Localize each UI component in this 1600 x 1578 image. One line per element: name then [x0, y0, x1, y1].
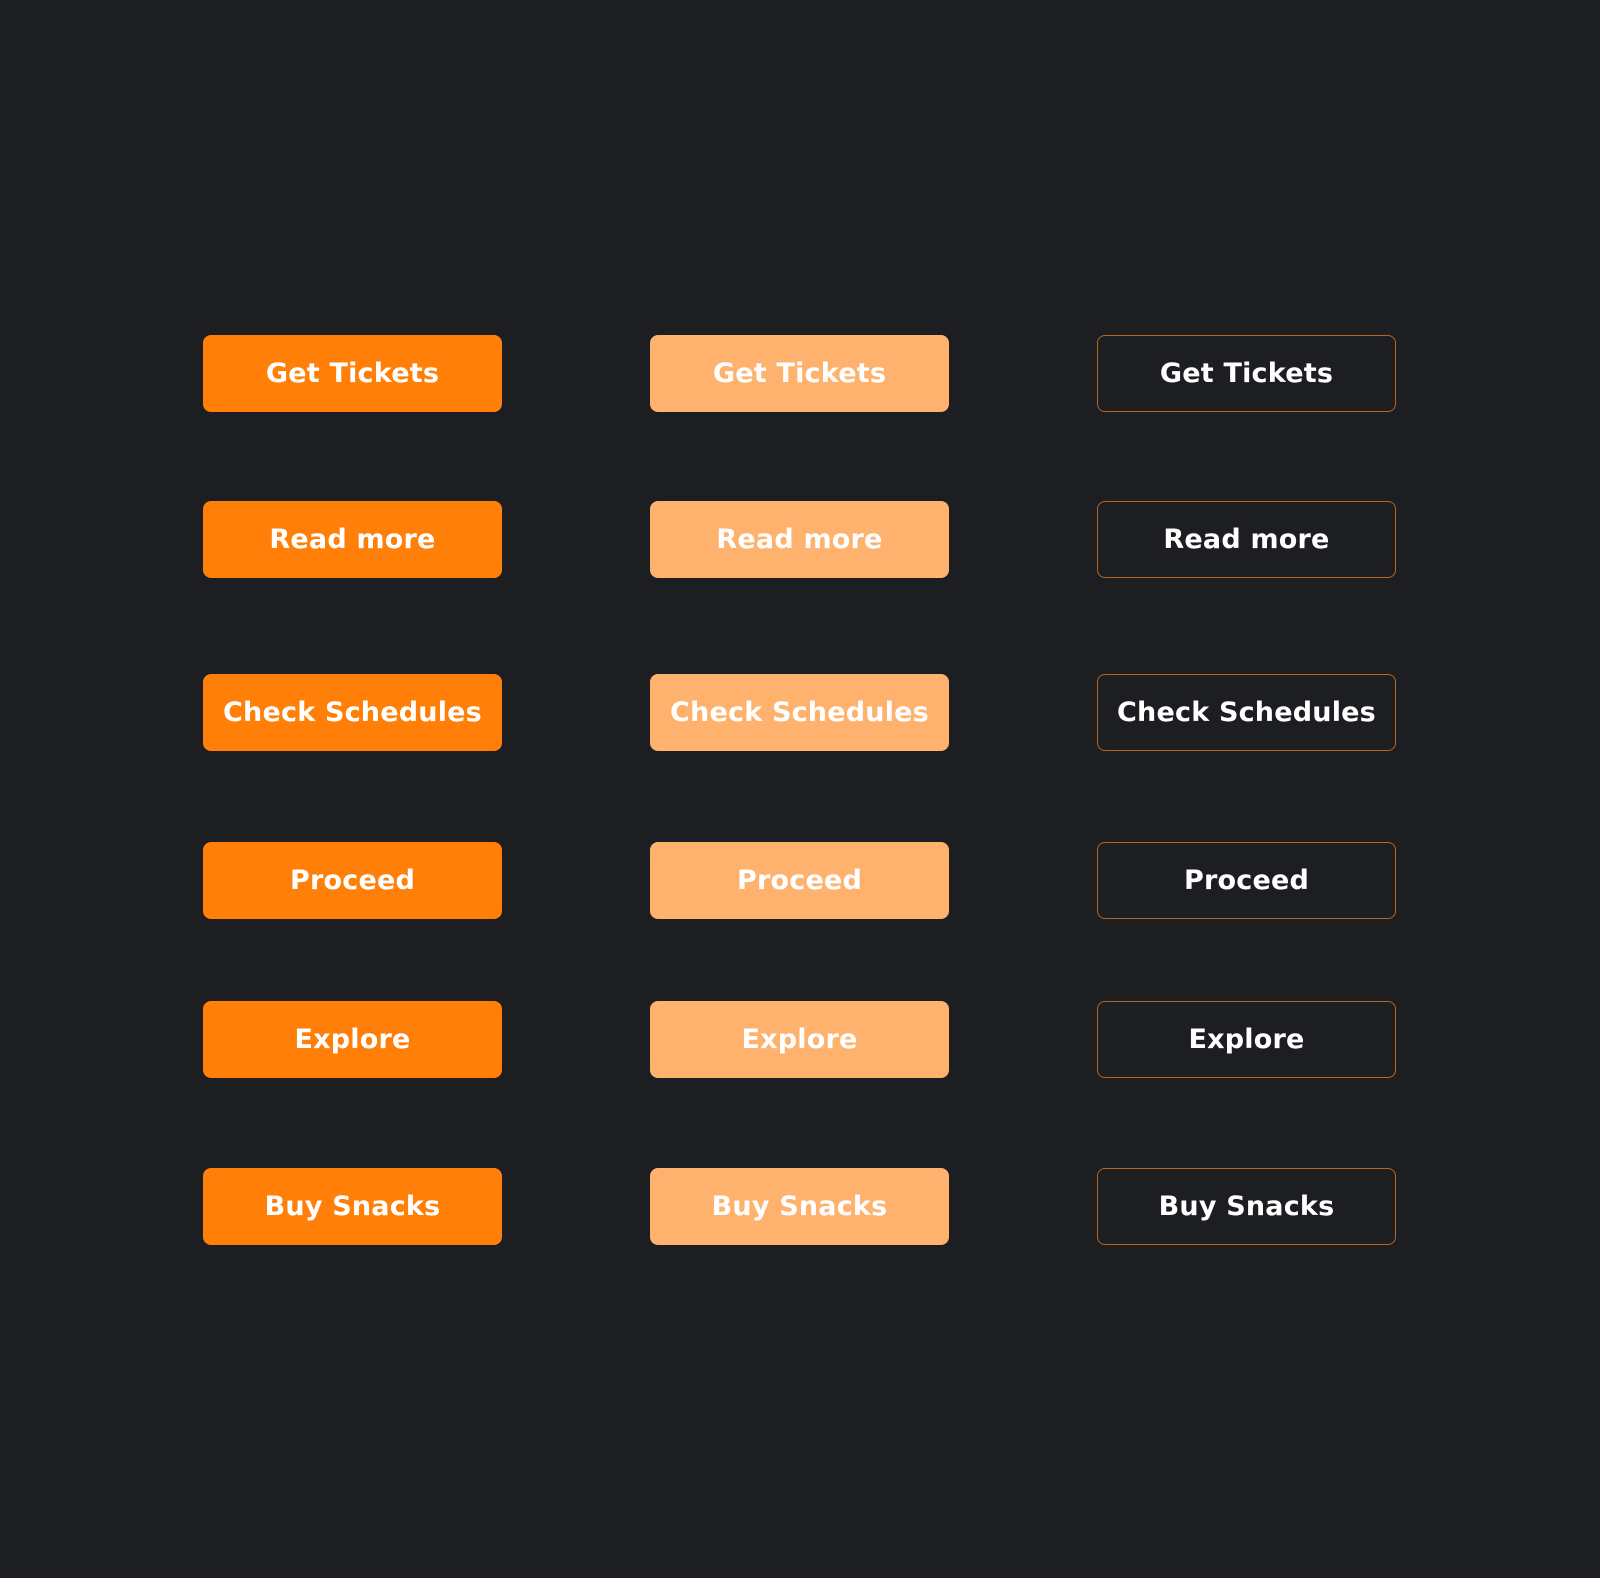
proceed-button-primary[interactable]: Proceed: [203, 842, 502, 919]
explore-button-outline[interactable]: Explore: [1097, 1001, 1396, 1078]
button-showcase-canvas: { "colors": { "background": "#1c1e22", "…: [0, 0, 1600, 1578]
buy-snacks-button-light[interactable]: Buy Snacks: [650, 1168, 949, 1245]
read-more-button-outline[interactable]: Read more: [1097, 501, 1396, 578]
get-tickets-button-light[interactable]: Get Tickets: [650, 335, 949, 412]
check-schedules-button-light[interactable]: Check Schedules: [650, 674, 949, 751]
explore-button-primary[interactable]: Explore: [203, 1001, 502, 1078]
proceed-button-outline[interactable]: Proceed: [1097, 842, 1396, 919]
buy-snacks-button-outline[interactable]: Buy Snacks: [1097, 1168, 1396, 1245]
read-more-button-primary[interactable]: Read more: [203, 501, 502, 578]
proceed-button-light[interactable]: Proceed: [650, 842, 949, 919]
buy-snacks-button-primary[interactable]: Buy Snacks: [203, 1168, 502, 1245]
explore-button-light[interactable]: Explore: [650, 1001, 949, 1078]
check-schedules-button-primary[interactable]: Check Schedules: [203, 674, 502, 751]
read-more-button-light[interactable]: Read more: [650, 501, 949, 578]
get-tickets-button-outline[interactable]: Get Tickets: [1097, 335, 1396, 412]
check-schedules-button-outline[interactable]: Check Schedules: [1097, 674, 1396, 751]
get-tickets-button-primary[interactable]: Get Tickets: [203, 335, 502, 412]
